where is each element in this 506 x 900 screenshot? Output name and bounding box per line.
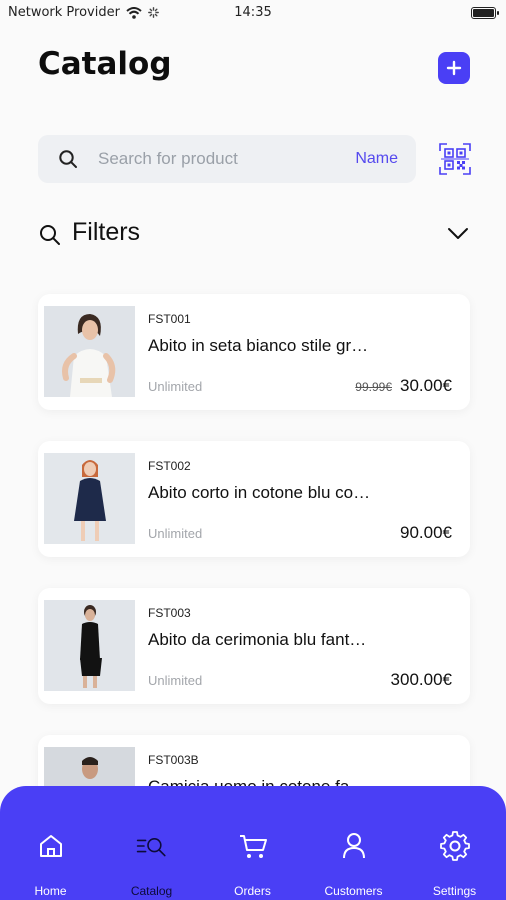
filters-label: Filters — [72, 218, 141, 246]
nav-item-customers[interactable]: Customers — [303, 786, 404, 900]
product-stock: Unlimited — [148, 526, 203, 541]
product-old-price: 99.99€ — [355, 380, 392, 394]
search-mode-toggle[interactable]: Name — [355, 150, 398, 168]
nav-label-settings: Settings — [432, 884, 477, 898]
product-name: Abito in seta bianco stile gr… — [148, 336, 369, 355]
search-input[interactable] — [98, 135, 338, 183]
status-bar-left: Network Provider — [8, 5, 159, 20]
wifi-icon — [126, 6, 142, 19]
plus-icon — [446, 60, 462, 76]
add-product-button[interactable] — [438, 52, 470, 84]
product-card[interactable]: FST001 Abito in seta bianco stile gr… Un… — [38, 294, 470, 410]
product-sku: FST001 — [148, 312, 191, 326]
product-image — [44, 600, 135, 691]
product-sku: FST003B — [148, 753, 199, 767]
product-card[interactable]: FST003 Abito da cerimonia blu fant… Unli… — [38, 588, 470, 704]
product-card[interactable]: FST002 Abito corto in cotone blu co… Unl… — [38, 441, 470, 557]
product-stock: Unlimited — [148, 379, 203, 394]
filters-toggle[interactable]: Filters — [38, 215, 470, 251]
home-icon — [39, 835, 62, 857]
cart-icon — [239, 835, 267, 858]
gear-icon — [439, 831, 470, 861]
activity-icon — [148, 7, 159, 18]
page-title: Catalog — [38, 46, 172, 82]
catalog-search-icon — [136, 837, 166, 857]
nav-label-home: Home — [34, 884, 67, 898]
search-bar: Name — [38, 135, 416, 183]
chevron-down-icon — [448, 228, 468, 239]
product-stock: Unlimited — [148, 673, 203, 688]
search-icon — [40, 225, 60, 245]
nav-item-orders[interactable]: Orders — [202, 786, 303, 900]
product-image — [44, 453, 135, 544]
nav-item-catalog[interactable]: Catalog — [101, 786, 202, 900]
product-name: Abito corto in cotone blu co… — [148, 483, 371, 502]
search-icon — [59, 150, 77, 168]
product-name: Abito da cerimonia blu fant… — [148, 630, 367, 649]
product-price-row: 90.00€ — [400, 523, 452, 543]
nav-item-home[interactable]: Home — [0, 786, 101, 900]
status-bar: Network Provider 14:35 — [0, 0, 506, 26]
product-sku: FST003 — [148, 606, 191, 620]
carrier-label: Network Provider — [8, 5, 120, 20]
product-price: 90.00€ — [400, 523, 452, 542]
nav-item-settings[interactable]: Settings — [404, 786, 505, 900]
nav-label-orders: Orders — [234, 884, 271, 898]
battery-icon — [471, 7, 499, 19]
catalog-screen: Network Provider 14:35 Catalog Search fo… — [0, 0, 506, 900]
bottom-nav: Home Catalog Orders Customers Settings — [0, 786, 506, 900]
nav-label-customers: Customers — [324, 884, 383, 898]
product-price: 300.00€ — [390, 670, 452, 689]
nav-label-catalog: Catalog — [130, 884, 173, 898]
product-price-row: 99.99€ 30.00€ — [355, 376, 452, 396]
person-icon — [342, 833, 365, 859]
qr-scan-button[interactable] — [438, 142, 472, 176]
product-image — [44, 306, 135, 397]
product-sku: FST002 — [148, 459, 191, 473]
product-price-row: 300.00€ — [391, 670, 452, 690]
qr-code-icon — [439, 143, 471, 175]
product-price: 30.00€ — [400, 376, 452, 395]
